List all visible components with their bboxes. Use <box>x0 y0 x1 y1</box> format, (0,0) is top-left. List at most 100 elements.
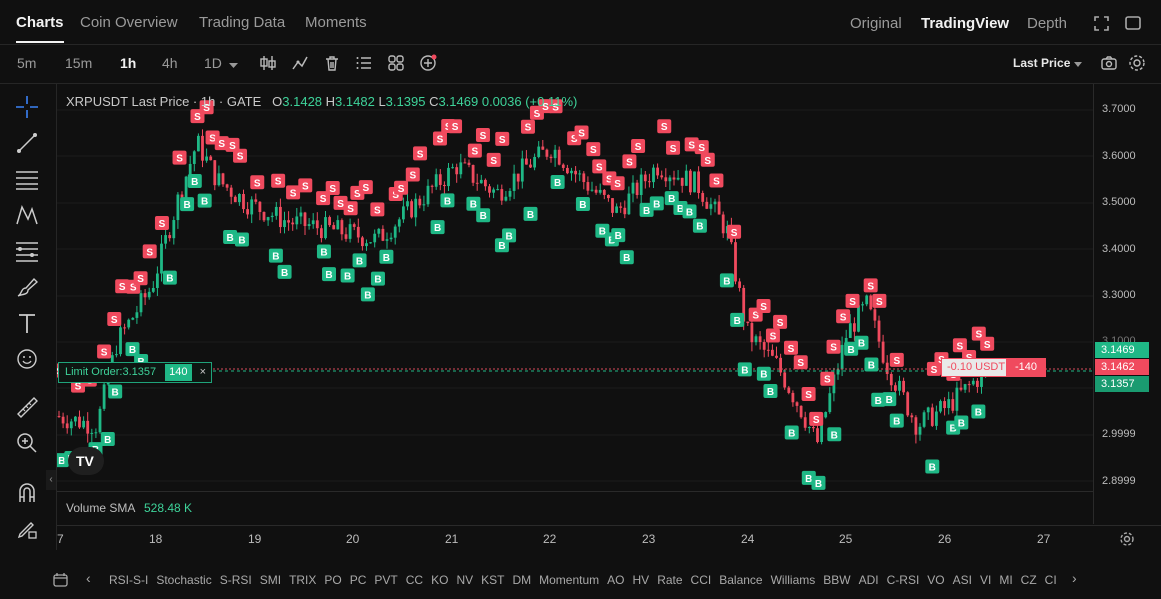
indicator-14[interactable]: AO <box>607 573 624 587</box>
sell-marker[interactable]: S <box>107 311 122 326</box>
interval-5m[interactable]: 5m <box>17 55 36 71</box>
price-mode-select[interactable]: Last Price <box>1013 56 1070 70</box>
sell-marker[interactable]: S <box>286 185 301 200</box>
buy-marker[interactable]: B <box>187 173 202 188</box>
view-depth[interactable]: Depth <box>1027 15 1067 32</box>
indicator-0[interactable]: RSI-S-I <box>109 573 148 587</box>
buy-marker[interactable]: B <box>502 228 517 243</box>
sell-marker[interactable]: S <box>97 344 112 359</box>
indicator-10[interactable]: NV <box>456 573 473 587</box>
indicator-18[interactable]: Balance <box>719 573 762 587</box>
interval-1d[interactable]: 1D <box>204 55 222 71</box>
indicator-21[interactable]: ADI <box>859 573 879 587</box>
sell-marker[interactable]: S <box>586 142 601 157</box>
buy-marker[interactable]: B <box>108 384 123 399</box>
buy-marker[interactable]: B <box>379 249 394 264</box>
sell-marker[interactable]: S <box>709 173 724 188</box>
window-icon[interactable] <box>1125 16 1141 30</box>
sell-marker[interactable]: S <box>765 328 780 343</box>
limit-order-tag[interactable]: Limit Order:3.1357 140 × <box>58 362 213 383</box>
buy-marker[interactable]: B <box>692 218 707 233</box>
sell-marker[interactable]: S <box>394 180 409 195</box>
tab-coin-overview[interactable]: Coin Overview <box>80 14 178 31</box>
fullscreen-icon[interactable] <box>1094 16 1109 31</box>
indicator-27[interactable]: CZ <box>1021 573 1037 587</box>
buy-marker[interactable]: B <box>827 427 842 442</box>
indicator-6[interactable]: PC <box>350 573 367 587</box>
sell-marker[interactable]: S <box>801 387 816 402</box>
sell-marker[interactable]: S <box>727 224 742 239</box>
interval-15m[interactable]: 15m <box>65 55 92 71</box>
buy-marker[interactable]: B <box>352 253 367 268</box>
buy-marker[interactable]: B <box>954 415 969 430</box>
sell-marker[interactable]: S <box>358 180 373 195</box>
buy-marker[interactable]: B <box>756 366 771 381</box>
sell-marker[interactable]: S <box>271 173 286 188</box>
buy-marker[interactable]: B <box>864 357 879 372</box>
buy-marker[interactable]: B <box>730 312 745 327</box>
indicator-5[interactable]: PO <box>324 573 341 587</box>
buy-marker[interactable]: B <box>340 268 355 283</box>
indicator-3[interactable]: SMI <box>260 573 281 587</box>
buy-marker[interactable]: B <box>649 196 664 211</box>
indicator-25[interactable]: VI <box>980 573 991 587</box>
buy-marker[interactable]: B <box>277 264 292 279</box>
sell-marker[interactable]: S <box>298 178 313 193</box>
buy-marker[interactable]: B <box>316 244 331 259</box>
sell-marker[interactable]: S <box>413 146 428 161</box>
buy-marker[interactable]: B <box>882 392 897 407</box>
pattern-icon[interactable] <box>16 204 38 226</box>
buy-marker[interactable]: B <box>370 271 385 286</box>
sell-marker[interactable]: S <box>809 411 824 426</box>
buy-marker[interactable]: B <box>234 232 249 247</box>
candlestick-icon[interactable] <box>259 54 277 72</box>
trash-icon[interactable] <box>323 54 341 72</box>
sell-marker[interactable]: S <box>405 167 420 182</box>
buy-marker[interactable]: B <box>180 197 195 212</box>
interval-1h[interactable]: 1h <box>120 55 136 71</box>
buy-marker[interactable]: B <box>523 206 538 221</box>
indicators-icon[interactable] <box>291 54 309 72</box>
settings-gear-icon[interactable] <box>1128 54 1146 72</box>
buy-marker[interactable]: B <box>575 197 590 212</box>
sell-marker[interactable]: S <box>845 293 860 308</box>
indicator-1[interactable]: Stochastic <box>156 573 211 587</box>
sell-marker[interactable]: S <box>694 140 709 155</box>
sell-marker[interactable]: S <box>467 143 482 158</box>
indicator-12[interactable]: DM <box>512 573 531 587</box>
sell-marker[interactable]: S <box>872 293 887 308</box>
sell-marker[interactable]: S <box>574 125 589 140</box>
cancel-order-close-icon[interactable]: × <box>195 366 211 378</box>
buy-marker[interactable]: B <box>682 204 697 219</box>
sell-marker[interactable]: S <box>495 131 510 146</box>
sell-marker[interactable]: S <box>486 152 501 167</box>
sell-marker[interactable]: S <box>448 119 463 134</box>
text-tool-icon[interactable] <box>16 312 38 334</box>
sell-marker[interactable]: S <box>657 119 672 134</box>
sell-marker[interactable]: S <box>820 371 835 386</box>
sell-marker[interactable]: S <box>826 339 841 354</box>
buy-marker[interactable]: B <box>925 459 940 474</box>
buy-marker[interactable]: B <box>430 220 445 235</box>
buy-marker[interactable]: B <box>971 404 986 419</box>
indicator-2[interactable]: S-RSI <box>220 573 252 587</box>
tab-moments[interactable]: Moments <box>305 14 367 31</box>
indicator-9[interactable]: KO <box>431 573 448 587</box>
buy-marker[interactable]: B <box>619 250 634 265</box>
sell-marker[interactable]: S <box>142 244 157 259</box>
sell-marker[interactable]: S <box>631 139 646 154</box>
zoom-in-icon[interactable] <box>16 432 38 454</box>
sell-marker[interactable]: S <box>773 314 788 329</box>
indicator-4[interactable]: TRIX <box>289 573 316 587</box>
indicator-23[interactable]: VO <box>927 573 944 587</box>
layout-grid-icon[interactable] <box>387 54 405 72</box>
add-alert-icon[interactable] <box>419 54 437 72</box>
indicator-16[interactable]: Rate <box>657 573 682 587</box>
buy-marker[interactable]: B <box>476 208 491 223</box>
sell-marker[interactable]: S <box>325 180 340 195</box>
list-icon[interactable] <box>355 54 373 72</box>
buy-marker[interactable]: B <box>440 193 455 208</box>
lock-drawings-icon[interactable] <box>16 518 38 540</box>
indicator-17[interactable]: CCI <box>691 573 712 587</box>
buy-marker[interactable]: B <box>162 270 177 285</box>
